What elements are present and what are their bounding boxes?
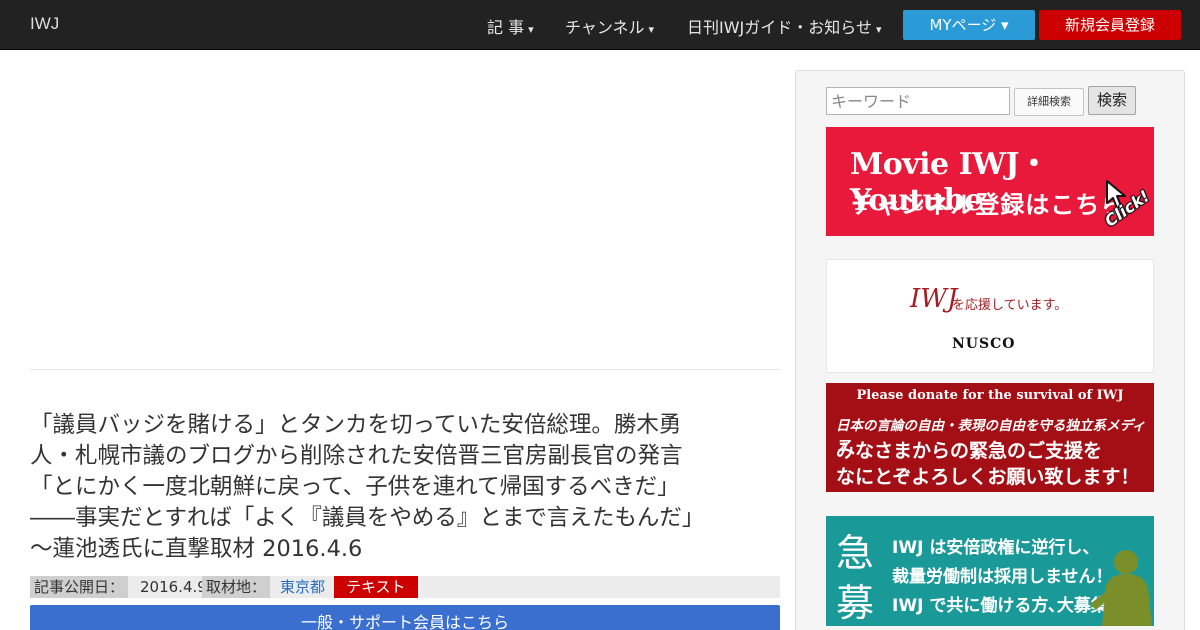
chevron-down-icon: ▾ <box>875 23 882 36</box>
nav-channel-menu[interactable]: チャンネル ▾ <box>565 14 654 38</box>
donate-english-text: Please donate for the survival of IWJ <box>856 388 1124 403</box>
nav-channel-label: チャンネル <box>565 18 645 37</box>
donate-banner[interactable]: Please donate for the survival of IWJ 日本… <box>826 383 1154 492</box>
iwj-logo: IWJ <box>910 284 958 314</box>
search-button[interactable]: 検索 <box>1088 86 1136 115</box>
published-label: 記事公開日： <box>30 576 129 598</box>
title-line: ～蓮池透氏に直撃取材 2016.4.6 <box>30 536 363 562</box>
nusco-sponsor-banner[interactable]: IWJ を応援しています。 NUSCO <box>826 259 1154 373</box>
title-line: ――事実だとすれば「よく『議員をやめる』とまで言えたもんだ」 <box>30 505 705 531</box>
recruit-line: 裁量労働制は採用しません！ <box>892 567 1113 587</box>
recruit-kanji: 募 <box>836 581 875 625</box>
location-label: 取材地： <box>202 576 271 598</box>
location-link[interactable]: 東京都 <box>280 576 325 598</box>
member-signup-button[interactable]: 一般・サポート会員はこちら <box>30 605 780 630</box>
sidebar: 詳細検索 検索 Movie IWJ・Youtube チャンネル登録はこちら Cl… <box>795 70 1185 630</box>
article-meta-bar: 記事公開日： 2016.4.9 取材地： 東京都 テキスト <box>30 576 780 598</box>
youtube-channel-banner[interactable]: Movie IWJ・Youtube チャンネル登録はこちら Click! <box>826 127 1154 236</box>
worker-silhouette-icon <box>1090 550 1152 626</box>
published-date: 2016.4.9 <box>140 578 207 596</box>
nav-guide-label: 日刊IWJガイド・お知らせ <box>687 18 872 37</box>
chevron-down-icon: ▾ <box>528 23 534 36</box>
banner-movie-subtitle: チャンネル登録はこちら <box>851 191 1126 219</box>
recruit-line: IWJ は安倍政権に逆行し、 <box>892 538 1100 558</box>
chevron-down-icon: ▾ <box>648 23 655 36</box>
nav-guide-menu[interactable]: 日刊IWJガイド・お知らせ ▾ <box>687 14 881 38</box>
brand-logo[interactable]: IWJ <box>30 14 59 34</box>
search-input[interactable] <box>826 87 1010 115</box>
title-line: 「とにかく一度北朝鮮に戻って、子供を連れて帰国するべきだ」 <box>30 474 680 500</box>
ad-placeholder <box>30 68 780 370</box>
my-page-button[interactable]: MYページ ▾ <box>903 10 1035 40</box>
text-tag-badge[interactable]: テキスト <box>334 576 418 598</box>
title-line: 人・札幌市議のブログから削除された安倍晋三官房副長官の発言 <box>30 443 683 469</box>
nusco-logo: NUSCO <box>952 336 1016 352</box>
donate-appeal-line: なにとぞよろしくお願い致します！ <box>836 466 1140 488</box>
nav-articles-label: 記 事 <box>487 18 525 37</box>
recruit-kanji: 急 <box>836 531 875 575</box>
title-line: 「議員バッジを賭ける」とタンカを切っていた安倍総理。勝木勇 <box>30 412 682 438</box>
article-title: 「議員バッジを賭ける」とタンカを切っていた安倍総理。勝木勇 人・札幌市議のブログ… <box>30 410 780 565</box>
advanced-search-button[interactable]: 詳細検索 <box>1014 88 1084 116</box>
nav-articles-menu[interactable]: 記 事 ▾ <box>487 14 534 38</box>
top-navbar: IWJ 記 事 ▾ チャンネル ▾ 日刊IWJガイド・お知らせ ▾ MYページ ▾ 新… <box>0 0 1200 50</box>
recruit-banner[interactable]: 急 募 IWJ は安倍政権に逆行し、 裁量労働制は採用しません！ IWJ で共に… <box>826 516 1154 626</box>
sponsor-support-text: を応援しています。 <box>952 298 1068 313</box>
register-button[interactable]: 新規会員登録 <box>1039 10 1181 40</box>
donate-appeal-line: みなさまからの緊急のご支援を <box>836 440 1103 462</box>
